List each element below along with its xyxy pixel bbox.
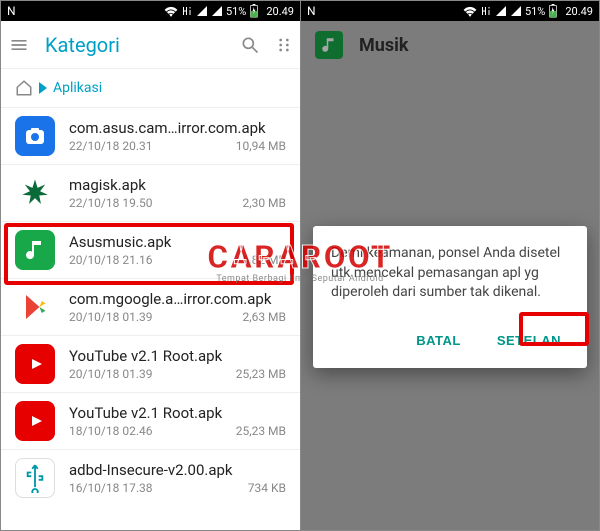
file-name: com.asus.cam…irror.com.apk [69, 119, 286, 137]
overflow-icon[interactable] [276, 35, 292, 55]
file-name: Asusmusic.apk [69, 233, 286, 251]
battery-percent: 51% [525, 5, 545, 18]
breadcrumb[interactable]: Aplikasi [1, 69, 300, 107]
data-h-icon [181, 5, 193, 17]
file-date: 16/10/18 17.38 [69, 481, 152, 495]
file-name: YouTube v2.1 Root.apk [69, 347, 286, 365]
list-item[interactable]: com.mgoogle.a…irror.com.apk 20/10/18 01.… [1, 278, 300, 335]
file-name: adbd-Insecure-v2.00.apk [69, 461, 286, 479]
battery-percent: 51% [226, 5, 246, 18]
app-icon-youtube [15, 344, 55, 384]
app-icon-camera [15, 116, 55, 156]
signal-icon-1 [495, 5, 507, 17]
security-dialog: Demi keamanan, ponsel Anda disetel utk m… [313, 226, 587, 368]
clock: 20.49 [266, 5, 294, 18]
wifi-icon [164, 5, 178, 17]
wifi-icon [463, 5, 477, 17]
file-size: 2,30 MB [242, 196, 286, 210]
list-item[interactable]: com.asus.cam…irror.com.apk 22/10/18 20.3… [1, 107, 300, 164]
list-item[interactable]: adbd-Insecure-v2.00.apk 16/10/18 17.38 73… [1, 449, 300, 506]
clock: 20.49 [565, 5, 593, 18]
file-list: com.asus.cam…irror.com.apk 22/10/18 20.3… [1, 107, 300, 506]
appbar: Kategori [1, 21, 300, 69]
dialog-message: Demi keamanan, ponsel Anda disetel utk m… [331, 244, 569, 303]
file-date: 22/10/18 19.50 [69, 196, 152, 210]
battery-charging-icon [548, 4, 558, 18]
signal-icon-2 [211, 5, 223, 17]
file-size: 734 KB [248, 481, 286, 495]
panel-file-manager: N 51% 20.49 Kategori Aplikasi [1, 1, 300, 530]
hamburger-icon[interactable] [9, 35, 29, 55]
status-bar: N 51% 20.49 [301, 1, 599, 21]
file-date: 20/10/18 21.16 [69, 253, 152, 267]
app-icon-magisk [15, 173, 55, 213]
notification-n-icon: N [307, 4, 316, 18]
chevron-right-icon [39, 82, 47, 94]
notification-n-icon: N [7, 4, 16, 18]
home-icon[interactable] [15, 79, 33, 97]
search-icon[interactable] [240, 35, 260, 55]
file-size: 6,82 MB [242, 253, 286, 267]
breadcrumb-label[interactable]: Aplikasi [53, 80, 102, 96]
app-icon-music [15, 230, 55, 270]
data-h-icon [480, 5, 492, 17]
file-date: 20/10/18 01.39 [69, 310, 152, 324]
status-bar: N 51% 20.49 [1, 1, 300, 21]
file-name: magisk.apk [69, 176, 286, 194]
list-item[interactable]: YouTube v2.1 Root.apk 20/10/18 01.39 25,2… [1, 335, 300, 392]
file-size: 25,23 MB [236, 367, 286, 381]
cancel-button[interactable]: BATAL [408, 327, 469, 354]
appbar-title: Kategori [45, 33, 224, 57]
file-size: 10,94 MB [236, 139, 286, 153]
panel-installer: N 51% 20.49 Musik Demi keamanan, ponsel … [300, 1, 599, 530]
file-date: 22/10/18 20.31 [69, 139, 152, 153]
settings-button[interactable]: SETELAN [489, 327, 569, 354]
app-icon-youtube [15, 401, 55, 441]
signal-icon-1 [196, 5, 208, 17]
list-item[interactable]: YouTube v2.1 Root.apk 18/10/18 02.46 25,2… [1, 392, 300, 449]
file-name: YouTube v2.1 Root.apk [69, 404, 286, 422]
list-item[interactable]: Asusmusic.apk 20/10/18 21.16 6,82 MB [1, 221, 300, 278]
file-size: 25,23 MB [236, 424, 286, 438]
battery-charging-icon [249, 4, 259, 18]
app-icon-usb [15, 458, 55, 498]
list-item[interactable]: magisk.apk 22/10/18 19.50 2,30 MB [1, 164, 300, 221]
signal-icon-2 [510, 5, 522, 17]
file-size: 2,63 MB [242, 310, 286, 324]
app-icon-play-store [15, 287, 55, 327]
file-date: 18/10/18 02.46 [69, 424, 152, 438]
file-date: 20/10/18 01.39 [69, 367, 152, 381]
file-name: com.mgoogle.a…irror.com.apk [69, 290, 286, 308]
